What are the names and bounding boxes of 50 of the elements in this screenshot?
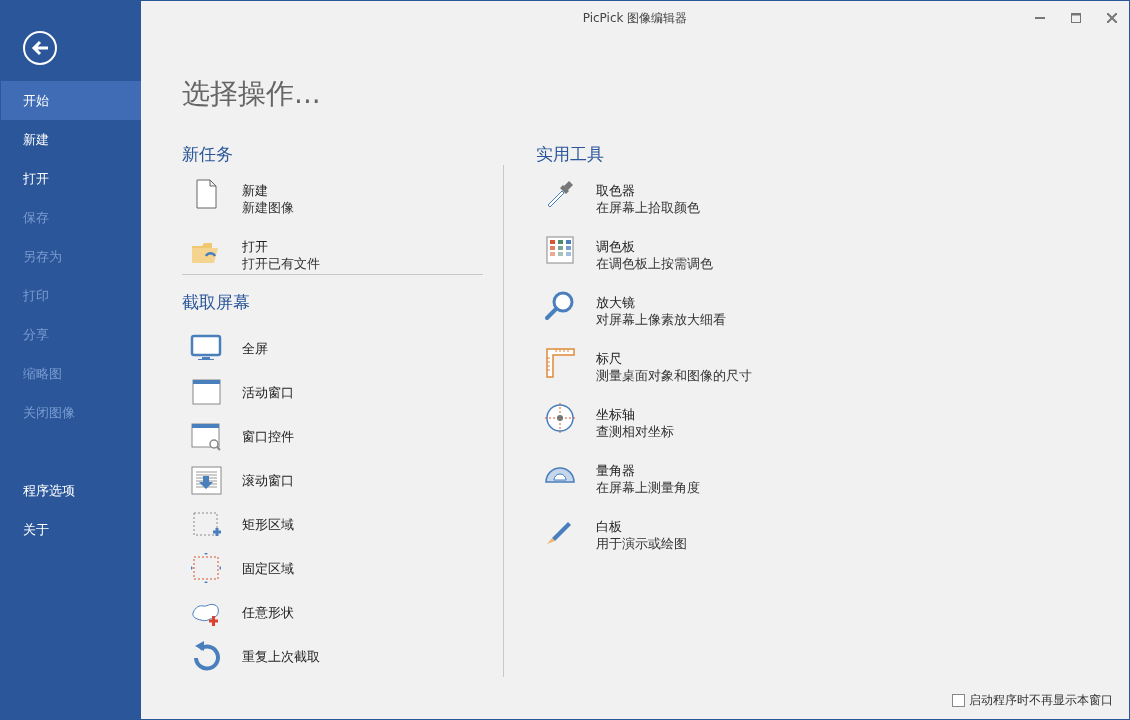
back-arrow-icon (31, 40, 49, 56)
sidebar-item[interactable]: 关于 (1, 510, 141, 549)
checkbox-label: 启动程序时不再显示本窗口 (969, 692, 1113, 709)
page-title: 选择操作... (182, 76, 322, 112)
maximize-icon (1071, 13, 1081, 23)
tool-description: 在调色板上按需调色 (596, 255, 713, 272)
task-title[interactable]: 新建 (242, 182, 294, 199)
tool-description: 在屏幕上测量角度 (596, 479, 700, 496)
tool-description: 查测相对坐标 (596, 423, 674, 440)
tool-title[interactable]: 取色器 (596, 182, 700, 199)
tool-title[interactable]: 白板 (596, 518, 687, 535)
tool-description: 对屏幕上像素放大细看 (596, 311, 726, 328)
window-magnifier-icon (190, 420, 222, 452)
sidebar-item[interactable]: 新建 (1, 120, 141, 159)
minimize-icon (1035, 17, 1045, 19)
task-description: 新建图像 (242, 199, 294, 216)
close-icon (1107, 13, 1117, 23)
tool-title[interactable]: 放大镜 (596, 294, 726, 311)
ruler-icon (544, 346, 576, 378)
tool-title[interactable]: 坐标轴 (596, 406, 674, 423)
capture-option[interactable]: 任意形状 (242, 603, 294, 621)
crosshair-icon (544, 402, 576, 434)
section-heading: 截取屏幕 (182, 291, 251, 314)
sidebar-item[interactable]: 打开 (1, 159, 141, 198)
capture-option[interactable]: 固定区域 (242, 559, 294, 577)
tool-title[interactable]: 标尺 (596, 350, 752, 367)
tool-title[interactable]: 量角器 (596, 462, 700, 479)
section-heading: 实用工具 (536, 143, 605, 166)
window-title: PicPick 图像编辑器 (582, 9, 688, 27)
capture-option[interactable]: 滚动窗口 (242, 471, 294, 489)
tool-description: 测量桌面对象和图像的尺寸 (596, 367, 752, 384)
tool-description: 在屏幕上拾取颜色 (596, 199, 700, 216)
magnifier-icon (544, 290, 576, 322)
task-title[interactable]: 打开 (242, 238, 320, 255)
capture-option[interactable]: 窗口控件 (242, 427, 294, 445)
sidebar-item[interactable]: 开始 (1, 81, 141, 120)
back-button[interactable] (23, 31, 57, 65)
color-grid-icon (544, 234, 576, 266)
capture-option[interactable]: 活动窗口 (242, 383, 294, 401)
tool-title[interactable]: 调色板 (596, 238, 713, 255)
sidebar-item[interactable]: 程序选项 (1, 471, 141, 510)
tool-description: 用于演示或绘图 (596, 535, 687, 552)
capture-option[interactable]: 矩形区域 (242, 515, 294, 533)
scroll-window-icon (190, 464, 222, 496)
capture-option[interactable]: 全屏 (242, 339, 268, 357)
task-description: 打开已有文件 (242, 255, 320, 272)
checkbox[interactable] (952, 694, 965, 707)
window-icon (190, 376, 222, 408)
section-heading: 新任务 (182, 143, 234, 166)
capture-option[interactable]: 重复上次截取 (242, 647, 320, 665)
